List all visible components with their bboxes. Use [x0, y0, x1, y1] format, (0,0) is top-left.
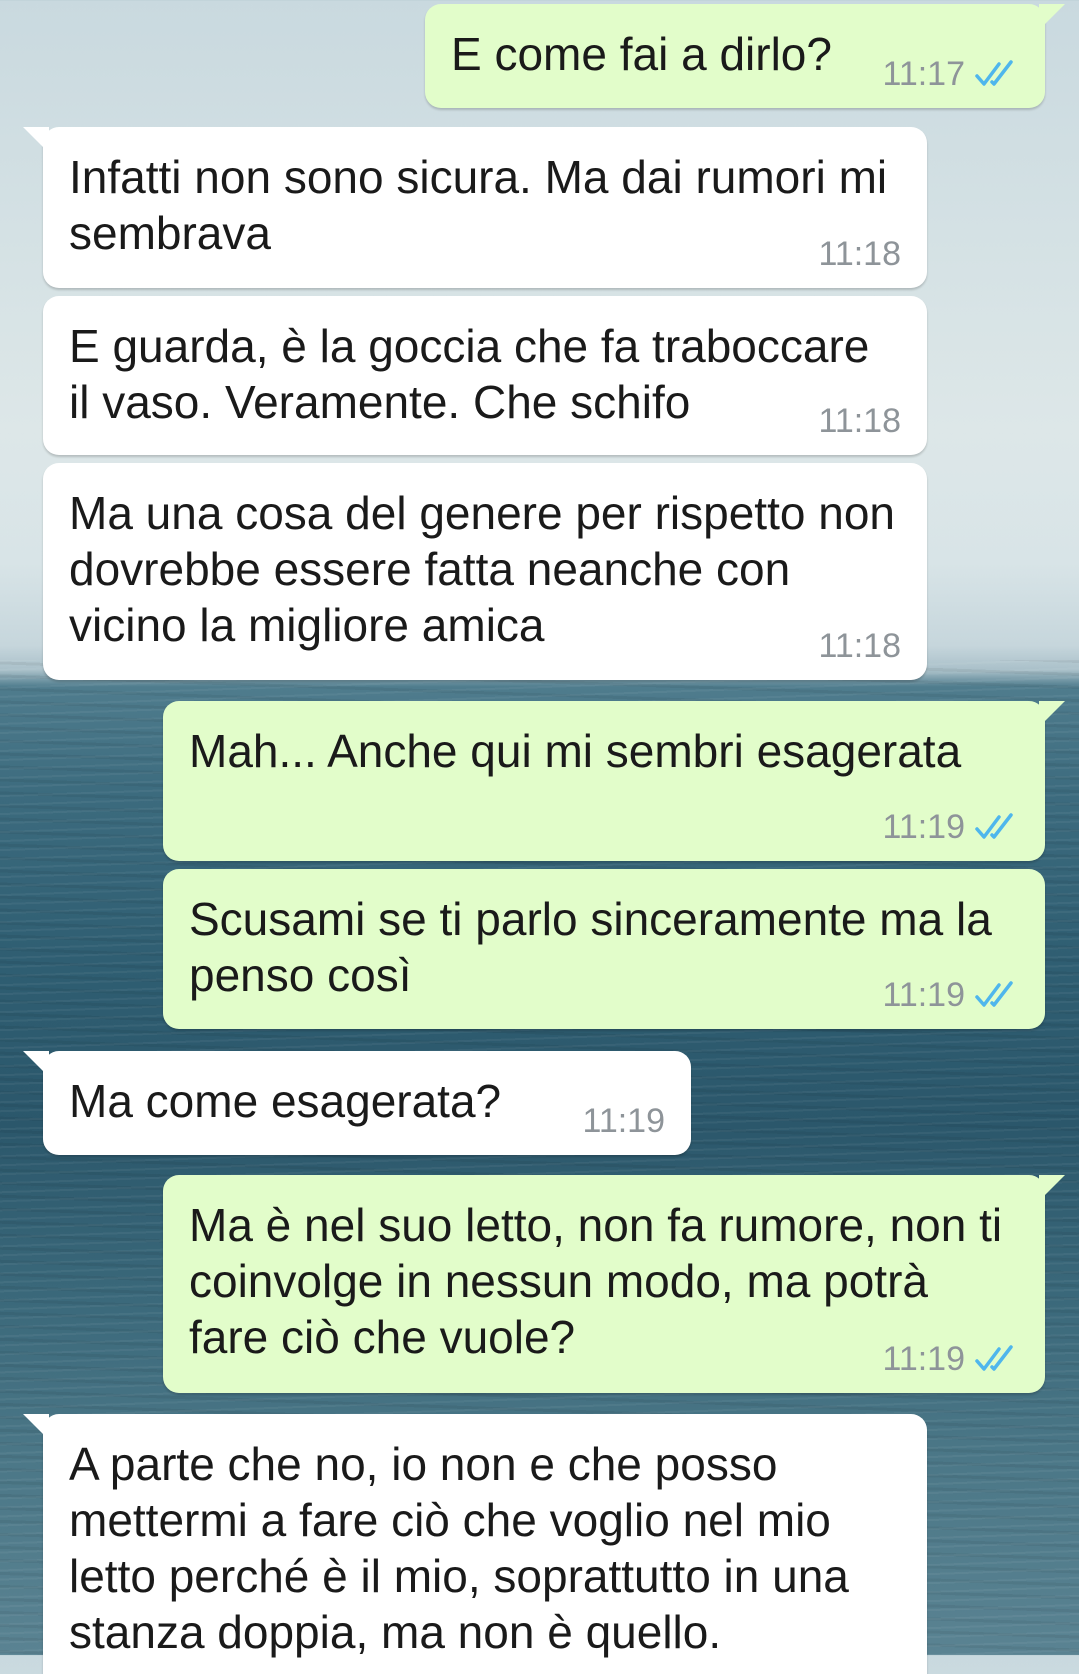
message-time: 11:18 [818, 627, 901, 665]
message-bubble-incoming[interactable]: Ma una cosa del genere per rispetto non … [43, 463, 927, 680]
message-bubble-outgoing[interactable]: Scusami se ti parlo sinceramente ma la p… [163, 869, 1045, 1029]
message-bubble-outgoing[interactable]: Mah... Anche qui mi sembri esagerata 11:… [163, 701, 1065, 861]
message-meta: 11:18 [818, 401, 901, 441]
message-bubble-incoming[interactable]: A parte che no, io non e che posso mette… [23, 1414, 927, 1674]
double-check-read-icon [975, 1345, 1013, 1371]
message-time: 11:19 [882, 1340, 965, 1378]
message-bubble-incoming[interactable]: Infatti non sono sicura. Ma dai rumori m… [23, 127, 927, 288]
message-bubble-incoming[interactable]: Ma come esagerata? 11:19 [23, 1051, 691, 1155]
message-meta: 11:18 [818, 626, 901, 666]
double-check-read-icon [975, 813, 1013, 839]
message-text: Mah... Anche qui mi sembri esagerata [189, 725, 962, 777]
message-text: E guarda, è la goccia che fa traboccare … [69, 320, 883, 428]
message-text: Ma come esagerata? [69, 1075, 502, 1127]
double-check-read-icon [975, 981, 1013, 1007]
message-bubble-outgoing[interactable]: Ma è nel suo letto, non fa rumore, non t… [163, 1175, 1065, 1393]
message-text: Infatti non sono sicura. Ma dai rumori m… [69, 151, 900, 259]
message-meta: 11:19 [882, 807, 1019, 847]
message-time: 11:19 [882, 976, 965, 1014]
message-time: 11:18 [818, 402, 901, 440]
message-meta: 11:19 [882, 975, 1019, 1015]
message-bubble-outgoing[interactable]: E come fai a dirlo? 11:17 [425, 4, 1065, 108]
message-time: 11:17 [882, 55, 965, 93]
message-text: Ma una cosa del genere per rispetto non … [69, 487, 908, 651]
message-meta: 11:19 [882, 1339, 1019, 1379]
message-bubble-incoming[interactable]: E guarda, è la goccia che fa traboccare … [43, 296, 927, 455]
message-meta: 11:17 [882, 54, 1019, 94]
message-time: 11:19 [882, 808, 965, 846]
message-meta: 11:19 [582, 1101, 665, 1141]
message-text: A parte che no, io non e che posso mette… [69, 1438, 862, 1658]
message-time: 11:19 [582, 1102, 665, 1140]
double-check-read-icon [975, 60, 1013, 86]
message-meta: 11:18 [818, 234, 901, 274]
chat-message-list[interactable]: E come fai a dirlo? 11:17 Infatti non so… [0, 0, 1079, 1674]
message-time: 11:18 [818, 235, 901, 273]
